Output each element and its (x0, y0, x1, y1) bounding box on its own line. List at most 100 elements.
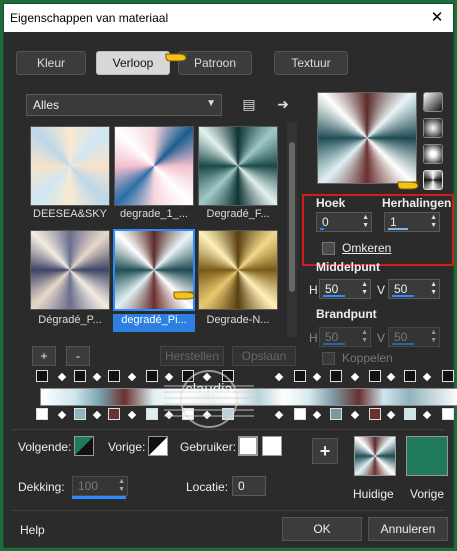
save-gradient-button[interactable]: Opslaan (232, 346, 296, 366)
spin-down-icon[interactable]: ▼ (430, 222, 437, 230)
restore-button[interactable]: Herstellen (160, 346, 224, 366)
spin-up-icon[interactable]: ▲ (361, 281, 368, 289)
gradient-caption: Dégradé_P... (38, 314, 102, 326)
link-checkbox[interactable] (322, 352, 335, 365)
prev-color-swatch[interactable] (148, 436, 168, 456)
pointing-hand-icon (165, 53, 187, 62)
color-stop[interactable] (36, 408, 48, 420)
spin-up-icon[interactable]: ▲ (430, 281, 437, 289)
link-label: Koppelen (342, 351, 393, 365)
tab-kleur[interactable]: Kleur (16, 51, 86, 75)
arrow-right-icon[interactable]: ➜ (274, 95, 292, 113)
user-color-swatch-2[interactable] (262, 436, 282, 456)
color-stop[interactable] (108, 408, 120, 420)
spin-up-icon[interactable]: ▲ (118, 478, 125, 486)
scrollbar-thumb[interactable] (289, 142, 295, 292)
color-midpoint[interactable] (92, 410, 102, 420)
color-stop[interactable] (404, 408, 416, 420)
linear-style-button[interactable] (423, 92, 443, 112)
color-midpoint[interactable] (57, 410, 67, 420)
opacity-bar (72, 496, 126, 499)
gradient-caption: Degradé_F... (206, 208, 270, 220)
opacity-stop[interactable] (442, 370, 454, 382)
color-midpoint[interactable] (386, 410, 396, 420)
color-midpoint[interactable] (312, 410, 322, 420)
opacity-stop[interactable] (36, 370, 48, 382)
opacity-midpoint[interactable] (57, 372, 67, 382)
opacity-stop[interactable] (369, 370, 381, 382)
color-stop[interactable] (369, 408, 381, 420)
radial-style-button[interactable] (423, 144, 443, 164)
color-stop[interactable] (74, 408, 86, 420)
repeats-spinner[interactable]: 1 ▲ ▼ (384, 212, 440, 232)
add-gradient-button[interactable]: + (32, 346, 56, 366)
focal-h-spinner[interactable]: 50 ▲ ▼ (319, 327, 371, 347)
remove-gradient-button[interactable]: - (66, 346, 90, 366)
spin-down-icon[interactable]: ▼ (430, 289, 437, 297)
color-stop[interactable] (330, 408, 342, 420)
opacity-midpoint[interactable] (422, 372, 432, 382)
spin-down-icon[interactable]: ▼ (361, 337, 368, 345)
color-midpoint[interactable] (422, 410, 432, 420)
opacity-stop[interactable] (108, 370, 120, 382)
opacity-stop[interactable] (330, 370, 342, 382)
watermark-logo: claudia (164, 370, 254, 428)
spin-up-icon[interactable]: ▲ (362, 214, 369, 222)
spin-down-icon[interactable]: ▼ (362, 222, 369, 230)
gallery-scrollbar[interactable] (287, 122, 297, 337)
color-stop[interactable] (442, 408, 454, 420)
color-midpoint[interactable] (274, 410, 284, 420)
tab-verloop[interactable]: Verloop (96, 51, 170, 75)
opacity-midpoint[interactable] (274, 372, 284, 382)
tab-patroon[interactable]: Patroon (178, 51, 252, 75)
invert-label: Omkeren (342, 241, 392, 255)
close-button[interactable]: ✕ (427, 8, 447, 28)
category-dropdown[interactable]: Alles ▼ (26, 94, 222, 116)
opacity-midpoint[interactable] (350, 372, 360, 382)
gradient-thumb[interactable] (30, 126, 110, 206)
spin-up-icon[interactable]: ▲ (430, 329, 437, 337)
spin-down-icon[interactable]: ▼ (118, 486, 125, 494)
color-midpoint[interactable] (350, 410, 360, 420)
opacity-stop[interactable] (294, 370, 306, 382)
spin-down-icon[interactable]: ▼ (430, 337, 437, 345)
gradient-thumb[interactable] (30, 230, 110, 310)
tab-textuur[interactable]: Textuur (274, 51, 348, 75)
location-label: Locatie: (186, 480, 229, 494)
opacity-midpoint[interactable] (127, 372, 137, 382)
color-midpoint[interactable] (127, 410, 137, 420)
opacity-midpoint[interactable] (92, 372, 102, 382)
spin-up-icon[interactable]: ▲ (430, 214, 437, 222)
previous-swatch[interactable] (406, 436, 448, 476)
cancel-button[interactable]: Annuleren (368, 517, 448, 541)
gradient-gallery: DEESEA&SKY degrade_1_... Degradé_F... Dé… (26, 122, 284, 337)
help-link[interactable]: Help (20, 523, 45, 537)
user-color-swatch[interactable] (238, 436, 258, 456)
opacity-stop[interactable] (404, 370, 416, 382)
rectangular-style-button[interactable] (423, 118, 443, 138)
opacity-midpoint[interactable] (312, 372, 322, 382)
ok-button[interactable]: OK (282, 517, 362, 541)
opacity-midpoint[interactable] (386, 372, 396, 382)
list-view-icon[interactable]: ▤ (240, 95, 258, 113)
sunburst-style-button[interactable] (423, 170, 443, 190)
color-stop[interactable] (294, 408, 306, 420)
focal-v-spinner[interactable]: 50 ▲ ▼ (388, 327, 440, 347)
opacity-value: 100 (78, 479, 99, 493)
gradient-thumb[interactable] (114, 126, 194, 206)
repeats-bar (388, 228, 408, 230)
angle-spinner[interactable]: 0 ▲ ▼ (316, 212, 372, 232)
add-stop-button[interactable]: + (312, 438, 338, 464)
midpoint-v-spinner[interactable]: 50 ▲ ▼ (388, 279, 440, 299)
gradient-thumb[interactable] (198, 126, 278, 206)
midpoint-h-spinner[interactable]: 50 ▲ ▼ (319, 279, 371, 299)
next-color-swatch[interactable] (74, 436, 94, 456)
invert-checkbox[interactable] (322, 242, 335, 255)
opacity-stop[interactable] (74, 370, 86, 382)
gradient-thumb[interactable] (198, 230, 278, 310)
current-swatch[interactable] (354, 436, 396, 476)
spin-down-icon[interactable]: ▼ (361, 289, 368, 297)
opacity-spinner[interactable]: 100 ▲ ▼ (72, 476, 128, 496)
location-input[interactable]: 0 (232, 476, 266, 496)
spin-up-icon[interactable]: ▲ (361, 329, 368, 337)
